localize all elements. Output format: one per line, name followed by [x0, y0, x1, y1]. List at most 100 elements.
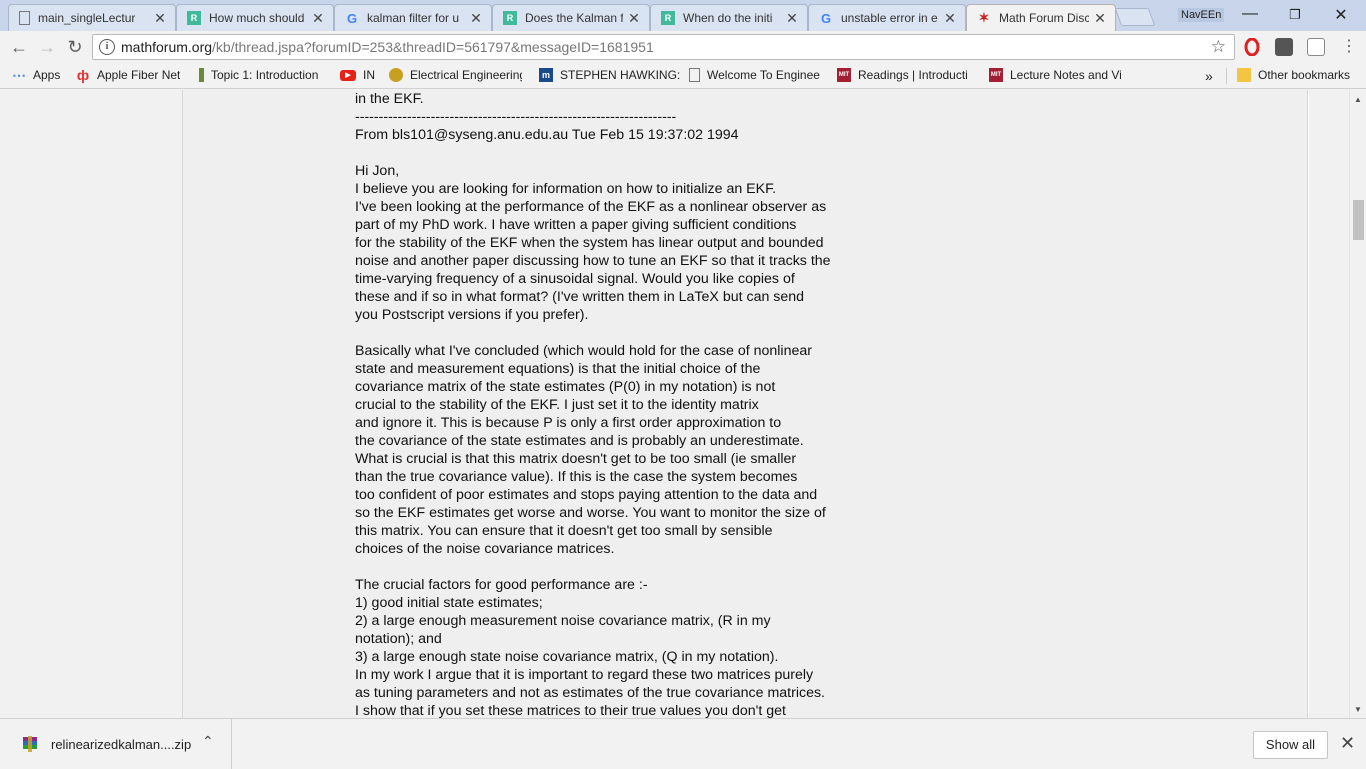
document-icon	[19, 11, 30, 25]
plug-icon	[199, 68, 204, 82]
message-line: state and measurement equations) is that…	[355, 361, 761, 377]
message-line: this matrix. You can ensure that it does…	[355, 523, 773, 539]
restore-icon[interactable]: ❐	[1285, 7, 1305, 23]
researchgate-icon: R	[503, 11, 517, 25]
vertical-scrollbar[interactable]: ▲ ▼	[1349, 90, 1366, 718]
mathforum-icon: ✶	[978, 10, 990, 25]
tab-title: How much should	[209, 11, 305, 25]
tab-5[interactable]: R When do the initi ✕	[650, 4, 808, 31]
message-line: for the stability of the EKF when the sy…	[355, 235, 824, 251]
message-line: than the true covariance value). If this…	[355, 469, 798, 485]
scrollbar-thumb[interactable]	[1353, 200, 1364, 240]
message-line: 2) a large enough measurement noise cova…	[355, 613, 771, 629]
bookmark-label: Readings | Introducti	[858, 68, 968, 82]
close-tab-icon[interactable]: ✕	[1093, 10, 1107, 27]
bookmark-item[interactable]: m STEPHEN HAWKING:	[539, 68, 680, 82]
back-button[interactable]: ←	[8, 36, 30, 58]
close-window-icon[interactable]: ✕	[1331, 5, 1351, 25]
message-line: noise and another paper discussing how t…	[355, 253, 831, 269]
new-tab-button[interactable]	[1114, 8, 1156, 26]
message-line: 1) good initial state estimates;	[355, 595, 543, 611]
message-line	[355, 144, 855, 162]
minimize-icon[interactable]: —	[1240, 5, 1260, 23]
bookmark-item[interactable]: ▶ IN	[340, 68, 375, 82]
message-line: What is crucial is that this matrix does…	[355, 451, 797, 467]
address-bar[interactable]: i mathforum.org/kb/thread.jspa?forumID=2…	[92, 34, 1235, 60]
tab-3[interactable]: Gkalman filter for u ✕	[334, 4, 492, 31]
tab-title: When do the initi	[683, 11, 773, 25]
bookmark-label: Welcome To Enginee	[707, 68, 820, 82]
bookmark-label: Topic 1: Introduction	[211, 68, 319, 82]
document-icon	[689, 68, 700, 82]
close-shelf-icon[interactable]: ✕	[1340, 733, 1355, 754]
tab-1[interactable]: main_singleLectur ✕	[8, 4, 176, 31]
apps-grid-icon: ⋯	[12, 66, 26, 83]
page-viewport: in the EKF. -----------------------------…	[0, 90, 1349, 718]
show-all-button[interactable]: Show all	[1253, 731, 1328, 759]
download-shelf: relinearizedkalman....zip ⌃ Show all ✕	[0, 718, 1366, 769]
m-logo-icon: m	[539, 68, 553, 82]
bookmark-item[interactable]: MIT Lecture Notes and Vi	[989, 68, 1122, 82]
bookmark-item[interactable]: Electrical Engineering	[389, 68, 522, 82]
youtube-icon: ▶	[340, 69, 356, 81]
tab-title: Math Forum Discu	[999, 11, 1089, 25]
bookmark-label: IN	[363, 68, 375, 82]
tab-2[interactable]: R How much should ✕	[176, 4, 334, 31]
message-line: I believe you are looking for informatio…	[355, 181, 777, 197]
tab-7[interactable]: ✶ Math Forum Discu ✕	[966, 4, 1116, 31]
forward-button[interactable]: →	[36, 36, 58, 58]
page-extension-icon[interactable]	[1307, 38, 1325, 56]
bookmark-item[interactable]: ф Apple Fiber Net	[76, 67, 181, 83]
bookmark-label: Electrical Engineering	[410, 68, 522, 82]
right-gutter	[1309, 90, 1349, 718]
message-line	[355, 558, 855, 576]
tab-strip: main_singleLectur ✕ R How much should ✕ Gkalm…	[0, 0, 1366, 31]
google-icon: G	[820, 10, 832, 26]
bookmark-label: Lecture Notes and Vi	[1010, 68, 1122, 82]
scroll-down-icon[interactable]: ▼	[1350, 702, 1366, 718]
bookmark-item[interactable]: ⋯ Apps	[12, 66, 60, 83]
bookmark-label: STEPHEN HAWKING:	[560, 68, 681, 82]
close-tab-icon[interactable]: ✕	[153, 10, 167, 27]
other-bookmarks-label: Other bookmarks	[1258, 68, 1351, 82]
message-body: in the EKF. -----------------------------…	[355, 90, 855, 718]
menu-icon[interactable]: ⋮	[1338, 36, 1360, 58]
opera-extension-icon[interactable]	[1243, 37, 1261, 57]
left-gutter	[0, 90, 182, 718]
bookmark-item[interactable]: Welcome To Enginee	[689, 68, 820, 82]
reload-button[interactable]: ↻	[64, 36, 86, 58]
message-line: Hi Jon,	[355, 163, 400, 179]
download-item[interactable]: relinearizedkalman....zip ⌃	[0, 719, 232, 769]
message-line: 3) a large enough state noise covariance…	[355, 649, 779, 665]
apple-fiber-icon: ф	[76, 67, 90, 83]
info-icon[interactable]: i	[99, 39, 115, 55]
other-bookmarks[interactable]: Other bookmarks	[1237, 68, 1350, 82]
close-tab-icon[interactable]: ✕	[627, 10, 641, 27]
message-line: time-varying frequency of a sinusoidal s…	[355, 271, 795, 287]
message-line: the covariance of the state estimates an…	[355, 433, 804, 449]
message-line: part of my PhD work. I have written a pa…	[355, 217, 797, 233]
profile-button[interactable]: NavEEn	[1178, 8, 1225, 22]
tab-6[interactable]: Gunstable error in e ✕	[808, 4, 966, 31]
bookmark-item[interactable]: MIT Readings | Introducti	[837, 68, 968, 82]
scroll-up-icon[interactable]: ▲	[1350, 92, 1366, 108]
message-line: In my work I argue that it is important …	[355, 667, 814, 683]
chevron-up-icon[interactable]: ⌃	[202, 733, 214, 750]
researchgate-icon: R	[661, 11, 675, 25]
close-tab-icon[interactable]: ✕	[311, 10, 325, 27]
message-line: crucial to the stability of the EKF. I j…	[355, 397, 759, 413]
message-line: these and if so in what format? (I've wr…	[355, 289, 805, 305]
bookmarks-divider	[1226, 68, 1227, 84]
message-line: The crucial factors for good performance…	[355, 577, 648, 593]
close-tab-icon[interactable]: ✕	[785, 10, 799, 27]
extension-icon[interactable]	[1275, 38, 1293, 56]
archive-icon	[23, 736, 37, 752]
bookmark-star-icon[interactable]: ☆	[1211, 37, 1226, 57]
close-tab-icon[interactable]: ✕	[469, 10, 483, 27]
message-line: From bls101@syseng.anu.edu.au Tue Feb 15…	[355, 127, 739, 143]
tab-4[interactable]: R Does the Kalman f ✕	[492, 4, 650, 31]
bookmarks-overflow-icon[interactable]: »	[1205, 68, 1213, 84]
download-filename: relinearizedkalman....zip	[51, 737, 192, 752]
close-tab-icon[interactable]: ✕	[943, 10, 957, 27]
bookmark-item[interactable]: Topic 1: Introduction	[199, 68, 318, 82]
